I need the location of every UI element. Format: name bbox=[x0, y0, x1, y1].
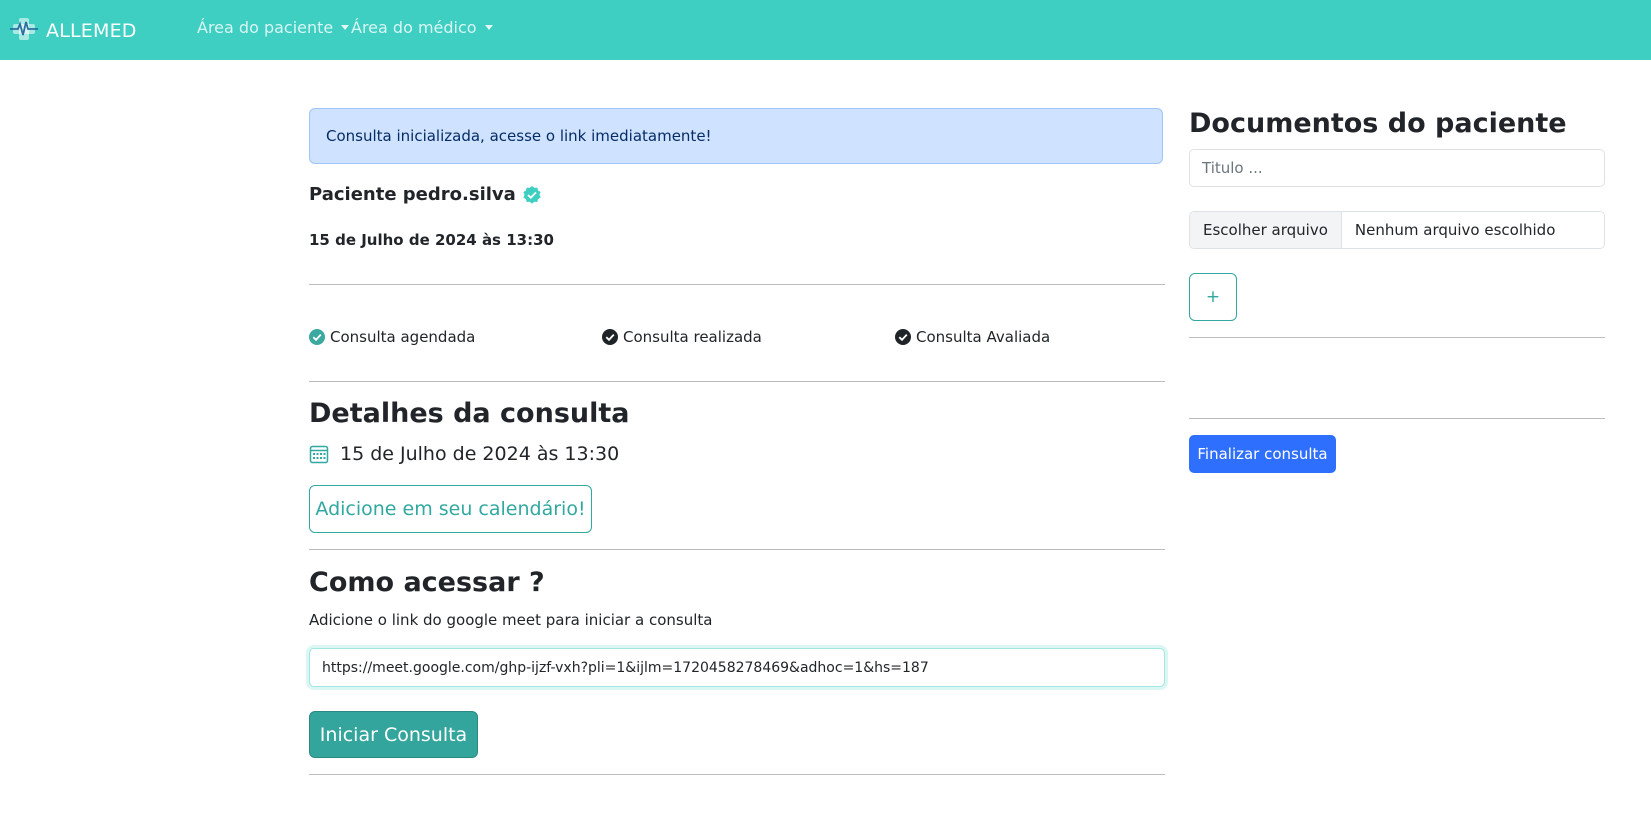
details-title: Detalhes da consulta bbox=[309, 398, 630, 429]
nav-patient-area-dropdown[interactable]: Área do paciente bbox=[197, 18, 350, 37]
finish-consultation-button[interactable]: Finalizar consulta bbox=[1189, 435, 1336, 473]
check-circle-icon bbox=[309, 329, 325, 345]
status-label: Consulta Avaliada bbox=[916, 328, 1051, 346]
divider bbox=[309, 549, 1165, 550]
brand-name: ALLEMED bbox=[46, 20, 137, 42]
status-label: Consulta realizada bbox=[623, 328, 762, 346]
divider bbox=[1189, 418, 1605, 419]
info-alert: Consulta inicializada, acesse o link ime… bbox=[309, 108, 1163, 164]
documents-title: Documentos do paciente bbox=[1189, 108, 1567, 139]
brand-link[interactable]: ALLEMED bbox=[10, 16, 137, 46]
nav-doctor-area-dropdown[interactable]: Área do médico bbox=[351, 18, 493, 37]
status-label: Consulta agendada bbox=[330, 328, 476, 346]
top-navbar: ALLEMED Área do paciente Área do médico bbox=[0, 0, 1651, 60]
status-scheduled: Consulta agendada bbox=[309, 328, 475, 346]
alert-text: Consulta inicializada, acesse o link ime… bbox=[326, 127, 712, 145]
verified-badge-icon bbox=[522, 185, 542, 205]
status-evaluated: Consulta Avaliada bbox=[895, 328, 1050, 346]
add-to-calendar-button[interactable]: Adicione em seu calendário! bbox=[309, 485, 592, 533]
caret-down-icon bbox=[341, 25, 350, 30]
start-consultation-button[interactable]: Iniciar Consulta bbox=[309, 711, 478, 758]
file-status: Nenhum arquivo escolhido bbox=[1354, 221, 1556, 239]
details-datetime: 15 de Julho de 2024 às 13:30 bbox=[340, 443, 620, 465]
choose-file-button[interactable]: Escolher arquivo bbox=[1190, 212, 1342, 248]
divider bbox=[1189, 337, 1605, 338]
meet-link-input[interactable] bbox=[309, 648, 1165, 687]
patient-name: Paciente pedro.silva bbox=[309, 184, 516, 205]
caret-down-icon bbox=[484, 25, 493, 30]
file-input[interactable]: Escolher arquivo Nenhum arquivo escolhid… bbox=[1189, 211, 1605, 249]
appointment-datetime: 15 de Julho de 2024 às 13:30 bbox=[309, 231, 554, 249]
document-title-input[interactable] bbox=[1189, 149, 1605, 187]
access-subtitle: Adicione o link do google meet para inic… bbox=[309, 611, 713, 629]
divider bbox=[309, 284, 1165, 285]
check-circle-icon bbox=[895, 329, 911, 345]
check-circle-icon bbox=[602, 329, 618, 345]
heartbeat-logo-icon bbox=[10, 16, 38, 46]
divider bbox=[309, 774, 1165, 775]
nav-patient-area-label: Área do paciente bbox=[197, 18, 334, 37]
patient-heading: Paciente pedro.silva bbox=[309, 184, 542, 205]
access-title: Como acessar ? bbox=[309, 567, 545, 598]
status-done: Consulta realizada bbox=[602, 328, 762, 346]
add-document-button[interactable]: + bbox=[1189, 273, 1237, 321]
details-datetime-row: 15 de Julho de 2024 às 13:30 bbox=[309, 443, 619, 465]
calendar-icon bbox=[309, 445, 329, 464]
divider bbox=[309, 381, 1165, 382]
nav-doctor-area-label: Área do médico bbox=[351, 18, 477, 37]
